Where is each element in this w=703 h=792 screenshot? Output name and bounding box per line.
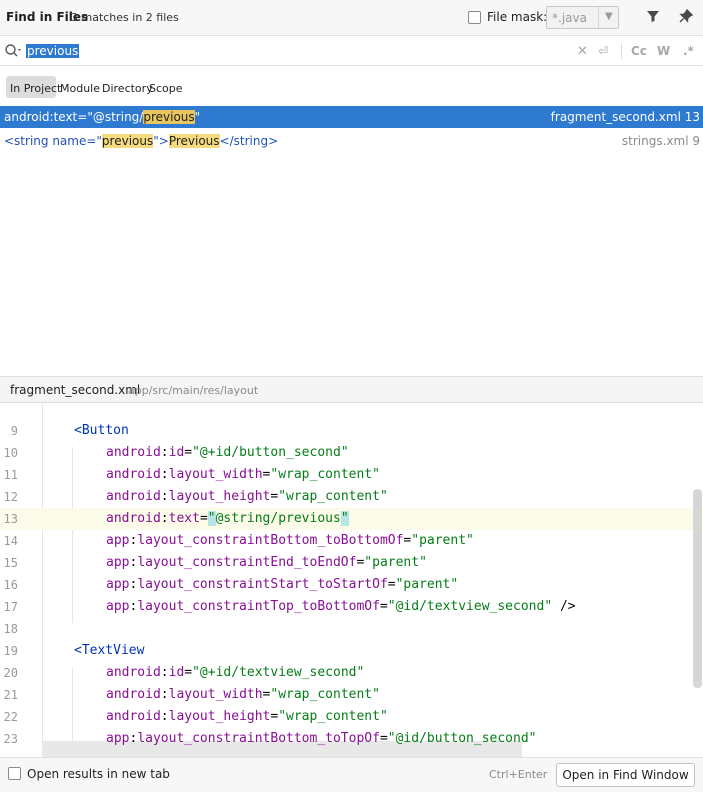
code-line: 22 android:layout_height="wrap_content" [0,706,703,728]
code-text: <Button [74,423,129,438]
code-text: app:layout_constraintBottom_toTopOf="@id… [106,731,537,746]
find-footer: Open results in new tab Ctrl+Enter Open … [0,757,703,792]
line-number: 13 [3,512,18,526]
code-line: 17 app:layout_constraintTop_toBottomOf="@… [0,596,703,618]
editor-scrollbar[interactable] [693,489,702,688]
code-line: 23 app:layout_constraintBottom_toTopOf="@… [0,728,703,750]
line-number: 11 [3,468,18,482]
line-number: 15 [3,556,18,570]
line-number: 23 [3,732,18,746]
code-line: 12 android:layout_height="wrap_content" [0,486,703,508]
result-mid: "> [153,134,169,148]
code-line: 18 [0,618,703,640]
line-number: 14 [3,534,18,548]
clear-icon[interactable]: ✕ [577,44,588,59]
open-new-tab-checkbox[interactable] [8,767,21,780]
result-match: previous [101,134,154,148]
newline-icon[interactable]: ⏎ [598,44,608,58]
code-text: android:id="@+id/textview_second" [106,665,365,680]
line-number: 16 [3,578,18,592]
toolbar-separator [621,43,622,59]
file-mask-value: *.java [552,11,587,25]
result-prefix: <string name=" [4,134,102,148]
chevron-down-icon: ▼ [605,11,613,22]
result-suffix: </string> [219,134,279,148]
filter-icon[interactable] [646,9,660,27]
file-mask-combo[interactable]: *.java ▼ [546,6,619,29]
pin-icon[interactable] [679,8,694,27]
open-new-tab-label: Open results in new tab [27,767,170,781]
line-number: 18 [3,622,18,636]
code-line: 21 android:layout_width="wrap_content" [0,684,703,706]
line-number: 17 [3,600,18,614]
search-input[interactable]: previous [26,44,80,58]
result-text: android:text="@string/previous" [4,110,200,124]
result-file: strings.xml 9 [621,134,700,148]
code-line: 11 android:layout_width="wrap_content" [0,464,703,486]
file-mask-label: File mask: [487,10,548,24]
code-text: android:layout_width="wrap_content" [106,687,380,702]
code-text: app:layout_constraintStart_toStartOf="pa… [106,577,459,592]
find-header: Find in Files 3 matches in 2 files File … [0,0,703,36]
code-line: 14 app:layout_constraintBottom_toBottomOf… [0,530,703,552]
code-text: android:text="@string/previous" [106,511,349,526]
result-match: Previous [168,134,220,148]
whole-words-toggle[interactable]: W [657,44,670,58]
code-line: 10 android:id="@+id/button_second" [0,442,703,464]
code-line: 20 android:id="@+id/textview_second" [0,662,703,684]
preview-path-bar: fragment_second.xml app/src/main/res/lay… [0,376,703,403]
code-line: 16 app:layout_constraintStart_toStartOf="… [0,574,703,596]
line-number: 10 [3,446,18,460]
code-text: <TextView [74,643,145,658]
code-text: android:layout_width="wrap_content" [106,467,380,482]
search-row: previous ✕ ⏎ Cc W .* [0,37,703,66]
tab-directory[interactable]: Directory [102,82,153,95]
result-text: <string name="previous">Previous</string… [4,134,278,148]
result-prefix: android:text="@string/ [4,110,144,124]
code-line: 9 <Button [0,420,703,442]
line-number: 19 [3,644,18,658]
tab-in-project[interactable]: In Project [10,82,61,95]
open-in-find-window-button[interactable]: Open in Find Window [556,763,695,787]
result-match: previous [143,110,195,124]
line-number: 22 [3,710,18,724]
code-text: android:id="@+id/button_second" [106,445,349,460]
match-case-toggle[interactable]: Cc [631,44,647,58]
code-line: 13 android:text="@string/previous" [0,508,703,530]
code-text: app:layout_constraintEnd_toEndOf="parent… [106,555,427,570]
preview-file-path: app/src/main/res/layout [128,384,259,397]
preview-file-name: fragment_second.xml [10,383,141,397]
line-number: 12 [3,490,18,504]
line-number: 21 [3,688,18,702]
code-text: app:layout_constraintTop_toBottomOf="@id… [106,599,576,614]
code-line: 15 app:layout_constraintEnd_toEndOf="pare… [0,552,703,574]
regex-toggle[interactable]: .* [683,44,694,58]
scope-tabs: In Project Module Directory Scope [0,66,703,106]
combo-separator [598,7,599,28]
line-number: 20 [3,666,18,680]
tab-module[interactable]: Module [60,82,100,95]
code-text: app:layout_constraintBottom_toBottomOf="… [106,533,474,548]
code-preview[interactable]: 9 <Button 10 android:id="@+id/button_second… [0,403,703,757]
shortcut-hint: Ctrl+Enter [489,768,548,781]
file-mask-checkbox[interactable] [468,11,481,24]
line-number: 9 [10,424,18,438]
result-suffix: " [194,110,201,124]
tab-scope[interactable]: Scope [149,82,183,95]
search-icon[interactable] [4,43,22,59]
match-count: 3 matches in 2 files [71,11,179,24]
result-row[interactable]: <string name="previous">Previous</string… [0,130,703,152]
result-file: fragment_second.xml 13 [550,110,700,124]
result-row[interactable]: android:text="@string/previous" fragment… [0,106,703,128]
code-text: android:layout_height="wrap_content" [106,489,388,504]
code-text: android:layout_height="wrap_content" [106,709,388,724]
code-line: 19 <TextView [0,640,703,662]
